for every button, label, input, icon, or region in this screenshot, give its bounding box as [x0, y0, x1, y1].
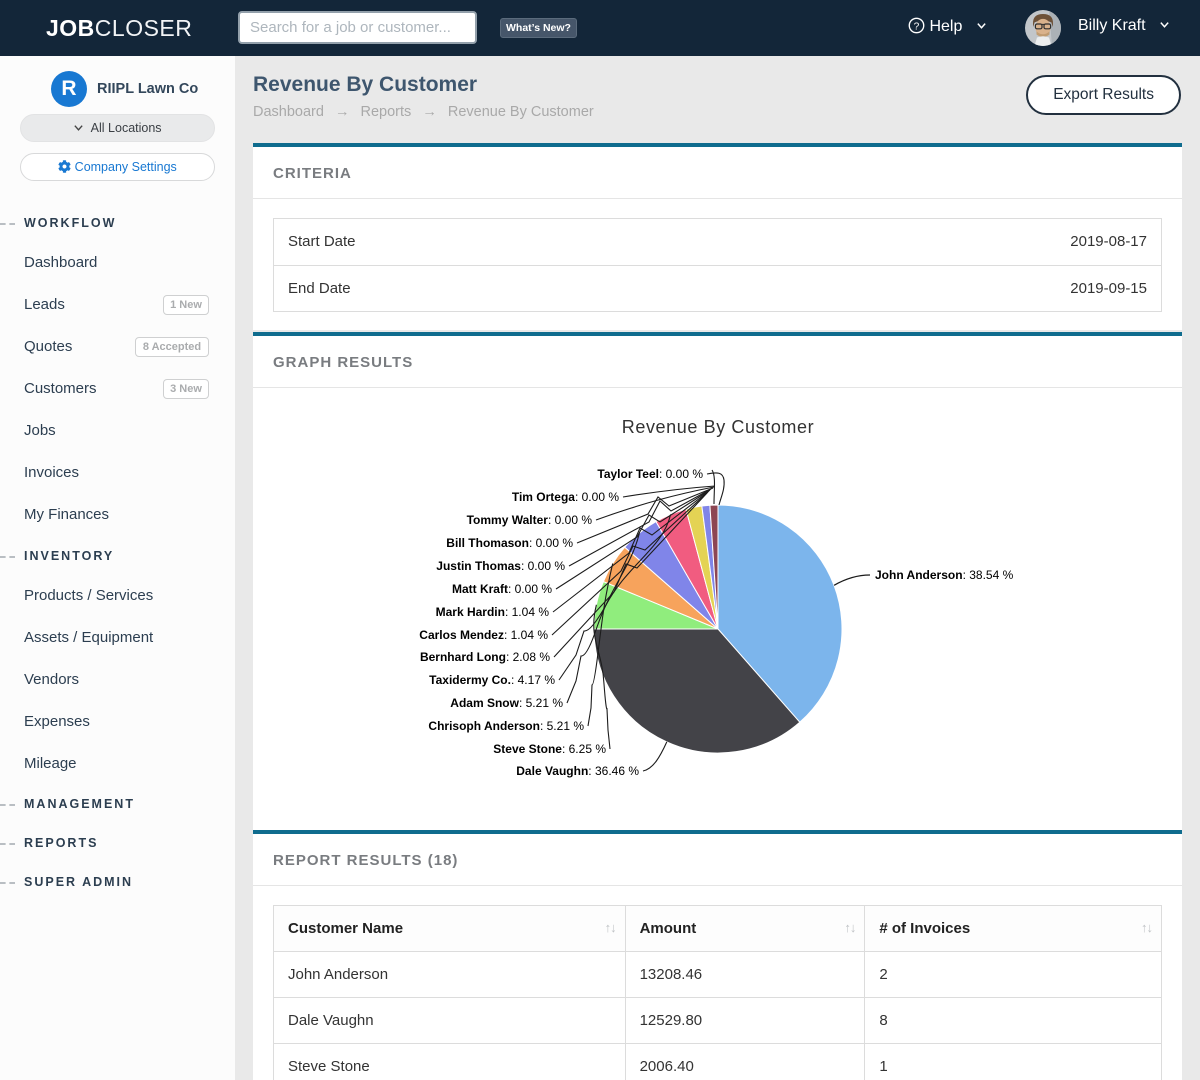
svg-text:Mark Hardin: 1.04 %: Mark Hardin: 1.04 % — [436, 605, 550, 619]
svg-text:Dale Vaughn: 36.46 %: Dale Vaughn: 36.46 % — [516, 764, 639, 778]
svg-text:Adam Snow: 5.21 %: Adam Snow: 5.21 % — [450, 696, 563, 710]
svg-text:Taxidermy Co.: 4.17 %: Taxidermy Co.: 4.17 % — [429, 673, 555, 687]
svg-text:Revenue By Customer: Revenue By Customer — [622, 417, 814, 437]
svg-text:Matt Kraft: 0.00 %: Matt Kraft: 0.00 % — [452, 582, 552, 596]
svg-text:Bernhard Long: 2.08 %: Bernhard Long: 2.08 % — [420, 650, 550, 664]
svg-text:Steve Stone: 6.25 %: Steve Stone: 6.25 % — [493, 742, 606, 756]
svg-text:Taylor Teel: 0.00 %: Taylor Teel: 0.00 % — [597, 467, 703, 481]
svg-text:Bill Thomason: 0.00 %: Bill Thomason: 0.00 % — [446, 536, 573, 550]
svg-text:Tim Ortega: 0.00 %: Tim Ortega: 0.00 % — [512, 490, 619, 504]
svg-text:Tommy Walter: 0.00 %: Tommy Walter: 0.00 % — [467, 513, 593, 527]
svg-text:?: ? — [914, 21, 920, 32]
svg-text:John Anderson: 38.54 %: John Anderson: 38.54 % — [875, 568, 1014, 582]
svg-text:Justin Thomas: 0.00 %: Justin Thomas: 0.00 % — [436, 559, 565, 573]
svg-text:Carlos Mendez: 1.04 %: Carlos Mendez: 1.04 % — [419, 628, 548, 642]
svg-text:Chrisoph Anderson: 5.21 %: Chrisoph Anderson: 5.21 % — [428, 719, 584, 733]
